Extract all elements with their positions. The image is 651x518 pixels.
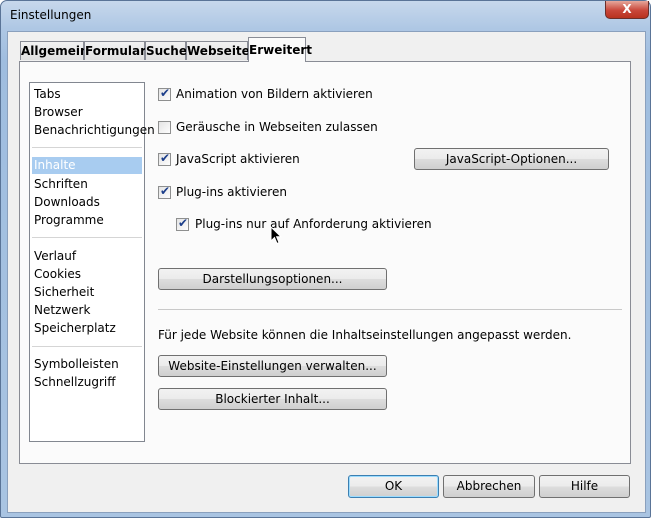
javascript-options-button[interactable]: JavaScript-Optionen... bbox=[414, 148, 609, 170]
display-options-button[interactable]: Darstellungsoptionen... bbox=[158, 268, 387, 290]
plugins-label[interactable]: Plug-ins aktivieren bbox=[176, 185, 287, 199]
list-item-schriften[interactable]: Schriften bbox=[32, 176, 142, 193]
plugins-on-demand-label[interactable]: Plug-ins nur auf Anforderung aktivieren bbox=[195, 217, 432, 231]
list-item-programme[interactable]: Programme bbox=[32, 212, 142, 229]
sounds-label[interactable]: Geräusche in Webseiten zulassen bbox=[176, 120, 378, 134]
list-item-speicherplatz[interactable]: Speicherplatz bbox=[32, 320, 142, 337]
category-list[interactable]: Tabs Browser Benachrichtigungen Inhalte … bbox=[29, 82, 155, 442]
list-item-downloads[interactable]: Downloads bbox=[32, 194, 142, 211]
javascript-label[interactable]: JavaScript aktivieren bbox=[176, 152, 300, 166]
content-settings-info: Für jede Website können die Inhaltseinst… bbox=[158, 328, 572, 342]
cancel-button[interactable]: Abbrechen bbox=[443, 475, 535, 498]
close-button[interactable]: X bbox=[605, 1, 649, 19]
list-item-browser[interactable]: Browser bbox=[32, 104, 142, 121]
list-item-sicherheit[interactable]: Sicherheit bbox=[32, 284, 142, 301]
list-item-verlauf[interactable]: Verlauf bbox=[32, 248, 142, 265]
list-item-benachrichtigungen[interactable]: Benachrichtigungen bbox=[32, 122, 155, 139]
plugins-checkbox[interactable] bbox=[158, 184, 171, 199]
help-button[interactable]: Hilfe bbox=[539, 475, 630, 498]
tab-webseiten[interactable]: Webseiten bbox=[186, 41, 258, 60]
list-item-symbolleisten[interactable]: Symbolleisten bbox=[32, 356, 142, 373]
tab-suche[interactable]: Suche bbox=[145, 41, 187, 60]
list-item-schnellzugriff[interactable]: Schnellzugriff bbox=[32, 374, 142, 391]
animation-label[interactable]: Animation von Bildern aktivieren bbox=[176, 87, 373, 101]
sounds-checkbox[interactable] bbox=[158, 121, 171, 134]
animation-checkbox[interactable] bbox=[158, 86, 171, 101]
tab-allgemein[interactable]: Allgemein bbox=[20, 41, 89, 60]
list-item-tabs[interactable]: Tabs bbox=[32, 86, 142, 103]
list-separator bbox=[32, 147, 142, 148]
tab-erweitert[interactable]: Erweitert bbox=[248, 37, 312, 62]
site-preferences-button[interactable]: Website-Einstellungen verwalten... bbox=[158, 355, 387, 377]
plugins-on-demand-checkbox[interactable] bbox=[176, 216, 189, 231]
list-separator bbox=[32, 237, 142, 238]
ok-button[interactable]: OK bbox=[348, 475, 439, 498]
tab-formulare[interactable]: Formulare bbox=[84, 41, 154, 60]
javascript-checkbox[interactable] bbox=[158, 151, 171, 166]
blocked-content-button[interactable]: Blockierter Inhalt... bbox=[158, 388, 387, 410]
list-separator bbox=[32, 346, 142, 347]
section-divider bbox=[158, 309, 622, 310]
window-title: Einstellungen bbox=[10, 8, 92, 22]
list-item-cookies[interactable]: Cookies bbox=[32, 266, 142, 283]
list-item-netzwerk[interactable]: Netzwerk bbox=[32, 302, 142, 319]
list-item-inhalte[interactable]: Inhalte bbox=[32, 157, 142, 174]
mouse-cursor-icon bbox=[270, 226, 282, 245]
